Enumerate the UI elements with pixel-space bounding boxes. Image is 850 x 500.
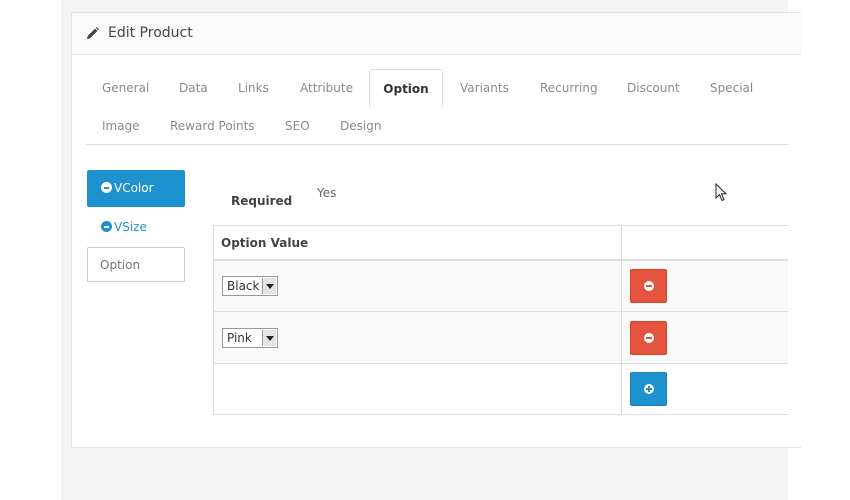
tab-data[interactable]: Data [179,81,208,95]
plus-circle-icon [644,384,654,394]
option-value-select[interactable]: Pink [222,328,278,348]
remove-option-value-button[interactable] [630,269,667,303]
table-border [213,414,788,415]
table-border [213,225,214,415]
option-item-vcolor[interactable]: VColor [87,170,185,207]
tab-special[interactable]: Special [710,81,753,95]
tab-image[interactable]: Image [102,119,140,133]
tab-reward-points[interactable]: Reward Points [170,119,255,133]
tab-recurring[interactable]: Recurring [540,81,598,95]
option-value-selected: Black [227,279,260,293]
tab-attribute[interactable]: Attribute [300,81,353,95]
required-value[interactable]: Yes [317,186,336,200]
table-border [213,259,788,261]
table-border [213,311,788,312]
tab-variants[interactable]: Variants [460,81,509,95]
tab-discount[interactable]: Discount [627,81,680,95]
tab-general[interactable]: General [102,81,149,95]
mouse-cursor-icon [715,183,728,202]
tab-design[interactable]: Design [340,119,381,133]
tab-seo[interactable]: SEO [285,119,310,133]
remove-option-value-button[interactable] [630,321,667,355]
required-label: Required [231,194,293,208]
option-item-vsize[interactable]: VSize [101,220,147,234]
option-item-label: VSize [114,220,147,234]
option-value-selected: Pink [227,331,252,345]
tab-option[interactable]: Option [369,69,443,108]
option-value-header: Option Value [221,236,309,250]
select-arrow-icon [262,330,276,346]
minus-circle-icon[interactable] [101,221,112,232]
tabs-divider [86,144,788,145]
table-row [214,312,788,363]
minus-circle-icon [644,333,654,343]
panel-title: Edit Product [108,25,193,41]
option-autocomplete-input[interactable] [87,247,185,282]
add-option-value-button[interactable] [630,372,667,406]
table-row [214,260,788,312]
minus-circle-icon [644,281,654,291]
option-item-label: VColor [114,181,154,195]
select-arrow-icon [262,278,276,294]
option-value-select[interactable]: Black [222,276,278,296]
minus-circle-icon[interactable] [101,182,112,193]
table-border [213,225,788,226]
panel-heading: Edit Product [72,13,801,55]
table-border [213,363,788,364]
pencil-icon [87,27,99,39]
tab-links[interactable]: Links [238,81,269,95]
table-border [621,225,622,415]
